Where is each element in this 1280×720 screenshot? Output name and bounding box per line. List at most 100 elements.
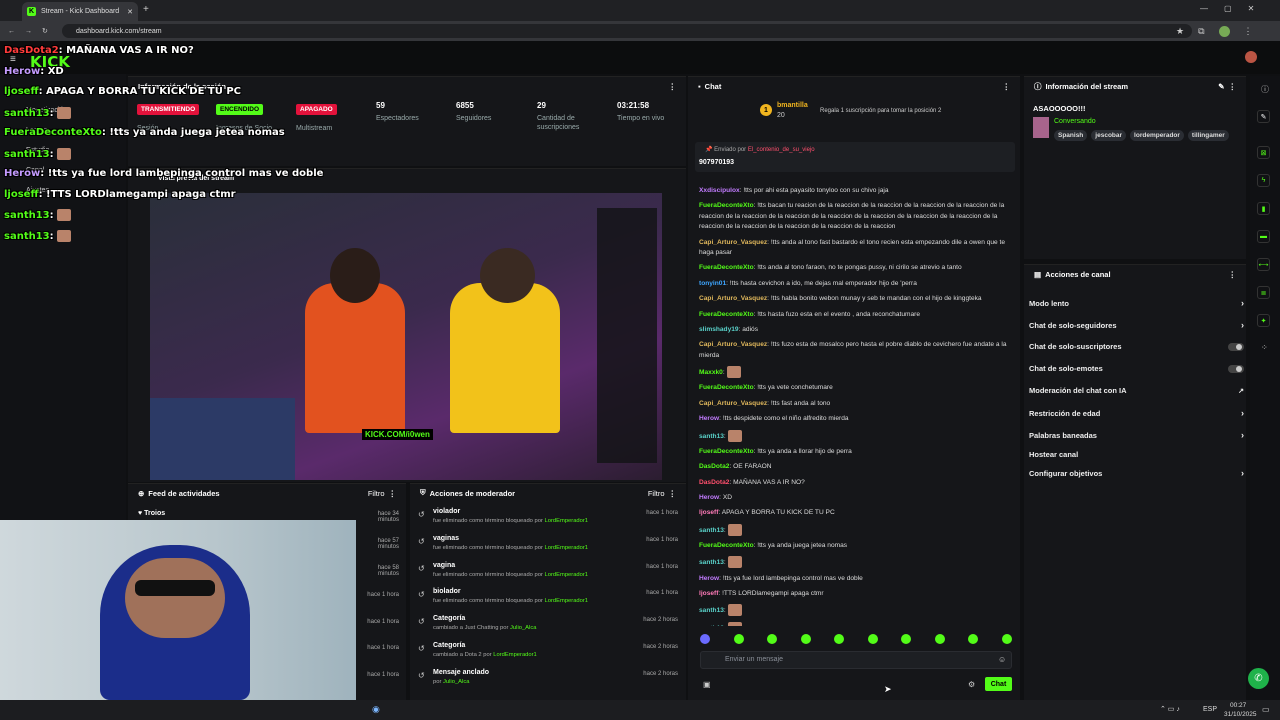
tag[interactable]: tillingamer	[1187, 130, 1229, 141]
emoji-picker-icon[interactable]: ☺	[998, 655, 1006, 664]
menu-dots-icon[interactable]: ⋮	[1244, 26, 1253, 37]
chat-username[interactable]: Capi_Arturo_Vasquez	[699, 341, 767, 348]
chevron-right-icon[interactable]: ›	[1241, 320, 1244, 330]
mod-menu-icon[interactable]: ⋮	[669, 489, 677, 498]
tag[interactable]: Spanish	[1054, 130, 1088, 141]
chat-username[interactable]: FueraDeconteXto	[699, 384, 754, 391]
user-avatar[interactable]	[1245, 51, 1257, 63]
channel-action-row[interactable]: Palabras baneadas ›	[1029, 430, 1244, 440]
chat-username[interactable]: DasDota2	[699, 479, 729, 486]
chat-username[interactable]: santh13	[699, 527, 724, 534]
feed-menu-icon[interactable]: ⋮	[389, 489, 397, 498]
chat-message[interactable]: FueraDeconteXto: !tts hasta fuzo esta en…	[699, 310, 1013, 320]
chat-username[interactable]: santh13	[699, 432, 724, 439]
edit-pencil-icon[interactable]: ✎	[1218, 82, 1224, 91]
lightning-icon[interactable]: ϟ	[1257, 174, 1270, 187]
reload-icon[interactable]: ↻	[42, 27, 48, 35]
notifications-icon[interactable]: ▭	[1262, 705, 1270, 714]
chat-username[interactable]: Xxdiscipulox	[699, 187, 740, 194]
chat-username[interactable]: Capi_Arturo_Vasquez	[699, 239, 767, 246]
clock-date[interactable]: 31/10/2025	[1224, 711, 1257, 718]
tag[interactable]: jescobar	[1091, 130, 1127, 141]
chat-message[interactable]: santh13:	[699, 429, 1013, 442]
chat-settings-gear-icon[interactable]: ⚙	[968, 680, 975, 689]
undo-icon[interactable]: ↺	[418, 617, 425, 626]
mod-action-row[interactable]: ↺ Mensaje anclado por Julio_Alca hace 2 hor…	[418, 669, 682, 685]
chat-message[interactable]: slimshady19: adiós	[699, 325, 1013, 335]
language-indicator[interactable]: ESP	[1203, 706, 1217, 713]
feed-filter-button[interactable]: Filtro	[368, 489, 385, 498]
widget-icon[interactable]: ⊠	[1257, 146, 1270, 159]
maximize-icon[interactable]: ▢	[1224, 4, 1232, 13]
chat-username[interactable]: Maxxk0	[699, 369, 723, 376]
chat-username[interactable]: Capi_Arturo_Vasquez	[699, 295, 767, 302]
chat-username[interactable]: FueraDeconteXto	[699, 542, 754, 549]
emote-icon[interactable]	[800, 634, 811, 644]
wrench-icon[interactable]: ✦	[1257, 314, 1270, 327]
chat-username[interactable]: santh13	[699, 559, 724, 566]
tag[interactable]: lordemperador	[1130, 130, 1184, 141]
mod-action-row[interactable]: ↺ violador fue eliminado como término bloq…	[418, 508, 682, 524]
apps-icon[interactable]: ⁘	[1261, 343, 1268, 352]
chat-message[interactable]: FueraDeconteXto: !tts anda al tono farao…	[699, 263, 1013, 273]
clipboard-icon[interactable]: ▮	[1257, 202, 1270, 215]
chat-icon[interactable]: ▬	[1257, 230, 1270, 243]
toggle-switch[interactable]	[1228, 342, 1244, 351]
chat-message[interactable]: santh13:	[699, 621, 1013, 626]
channel-action-row[interactable]: Restricción de edad ›	[1029, 408, 1244, 418]
chat-username[interactable]: Herow	[699, 415, 719, 422]
chat-message[interactable]: Capi_Arturo_Vasquez: !tts fast anda al t…	[699, 399, 1013, 409]
chat-message[interactable]: Capi_Arturo_Vasquez: !tts habla bonito w…	[699, 294, 1013, 304]
chat-message[interactable]: ljoseff: APAGA Y BORRA TU KICK DE TU PC	[699, 508, 1013, 518]
undo-icon[interactable]: ↺	[418, 510, 425, 519]
undo-icon[interactable]: ↺	[418, 564, 425, 573]
list-icon[interactable]: ≣	[1257, 286, 1270, 299]
chat-message[interactable]: Capi_Arturo_Vasquez: !tts anda al tono f…	[699, 238, 1013, 259]
chat-message[interactable]: FueraDeconteXto: !tts ya vete conchetuma…	[699, 383, 1013, 393]
chat-username[interactable]: ljoseff	[699, 590, 718, 597]
channel-action-row[interactable]: Moderación del chat con IA ↗	[1029, 386, 1244, 395]
steam-icon[interactable]: ◉	[372, 704, 380, 715]
channel-action-row[interactable]: Chat de solo-seguidores ›	[1029, 320, 1244, 330]
chat-username[interactable]: FueraDeconteXto	[699, 448, 754, 455]
category-name[interactable]: Conversando	[1054, 118, 1096, 125]
chat-message[interactable]: Herow: !tts ya fue lord lambepinga contr…	[699, 574, 1013, 584]
session-menu-icon[interactable]: ⋮	[669, 82, 677, 91]
undo-icon[interactable]: ↺	[418, 644, 425, 653]
chat-message[interactable]: santh13:	[699, 523, 1013, 536]
mod-action-row[interactable]: ↺ vagina fue eliminado como término bloque…	[418, 562, 682, 578]
emote-icon[interactable]	[1001, 634, 1012, 644]
chat-message[interactable]: FueraDeconteXto: !tts ya anda juega jete…	[699, 541, 1013, 551]
emote-icon[interactable]	[767, 634, 778, 644]
new-tab-icon[interactable]: +	[143, 4, 149, 15]
chat-message[interactable]: tonyin01: !tts hasta cevichon a ido, me …	[699, 279, 1013, 289]
mod-action-row[interactable]: ↺ Categoría cambiado a Dota 2 por LordEmpe…	[418, 642, 682, 658]
extensions-icon[interactable]: ⧉	[1198, 26, 1204, 37]
chat-username[interactable]: FueraDeconteXto	[699, 264, 754, 271]
mod-action-row[interactable]: ↺ vaginas fue eliminado como término bloqu…	[418, 535, 682, 551]
chat-username[interactable]: ljoseff	[699, 509, 718, 516]
actions-menu-icon[interactable]: ⋮	[1229, 270, 1237, 279]
chevron-right-icon[interactable]: ›	[1241, 468, 1244, 478]
pinned-message[interactable]: 📌 Enviado por El_contenio_de_su_viejo 90…	[695, 142, 1015, 172]
undo-icon[interactable]: ↺	[418, 537, 425, 546]
toggle-switch[interactable]	[1228, 364, 1244, 373]
chevron-right-icon[interactable]: ›	[1241, 430, 1244, 440]
channel-action-row[interactable]: Chat de solo-suscriptores	[1029, 342, 1244, 351]
chat-username[interactable]: slimshady19	[699, 326, 739, 333]
profile-avatar[interactable]	[1218, 26, 1230, 37]
chat-message[interactable]: DasDota2: OE FARAON	[699, 462, 1013, 472]
chevron-right-icon[interactable]: ›	[1241, 408, 1244, 418]
chat-message[interactable]: Herow: XD	[699, 493, 1013, 503]
send-chat-button[interactable]: Chat	[985, 677, 1012, 691]
forward-icon[interactable]: →	[25, 28, 32, 35]
chevron-right-icon[interactable]: ›	[1241, 298, 1244, 308]
support-chat-icon[interactable]: ✆	[1248, 668, 1269, 689]
emote-icon[interactable]	[733, 634, 744, 644]
channel-action-row[interactable]: Hostear canal	[1029, 450, 1244, 459]
emote-icon[interactable]	[901, 634, 912, 644]
chat-username[interactable]: FueraDeconteXto	[699, 311, 754, 318]
emote-icon[interactable]	[934, 634, 945, 644]
external-link-icon[interactable]: ↗	[1238, 387, 1244, 395]
url-field[interactable]: dashboard.kick.com/stream	[62, 24, 1192, 38]
